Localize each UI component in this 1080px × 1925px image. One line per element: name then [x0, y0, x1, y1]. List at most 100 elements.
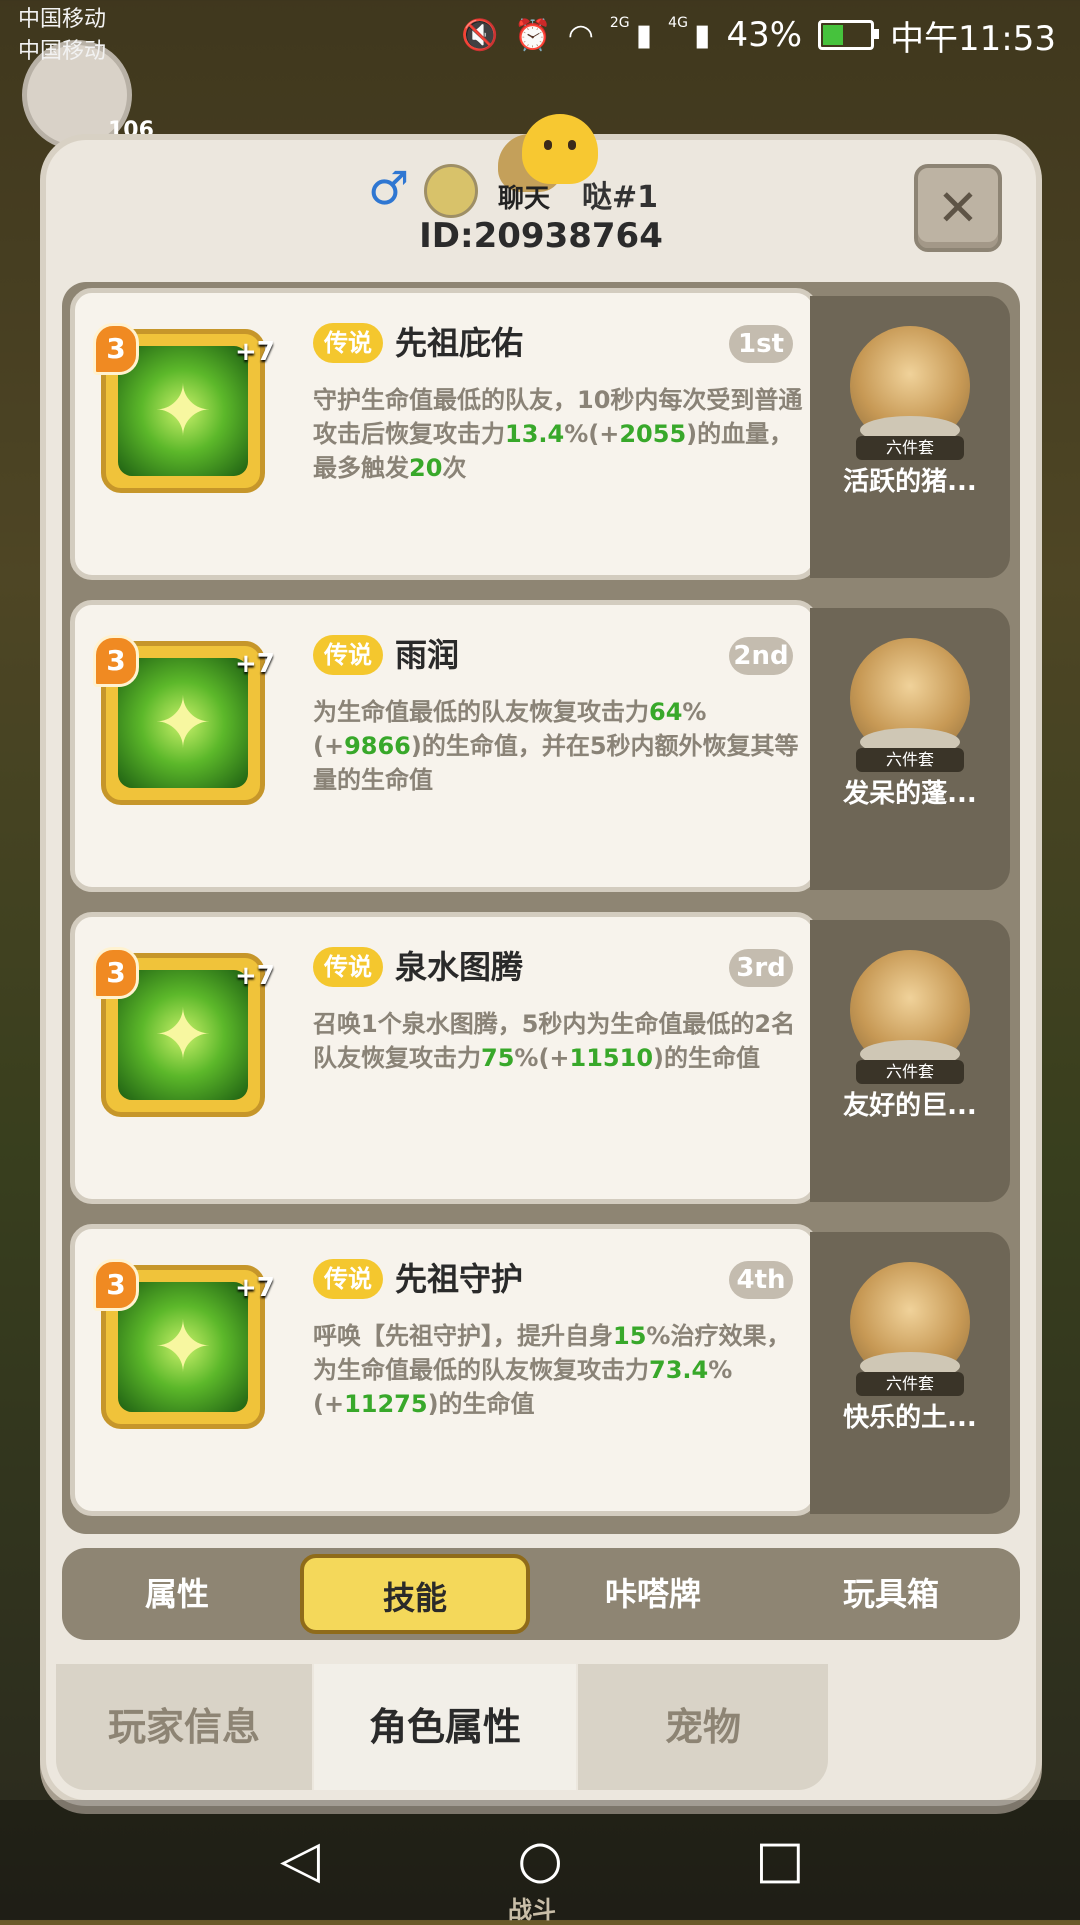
pet-slot[interactable]: 六件套 发呆的蓬... [810, 608, 1010, 890]
tab-attributes[interactable]: 属性 [62, 1548, 292, 1640]
carrier-label-2: 中国移动 [18, 39, 107, 64]
skill-row: ✦ 3 +7 传说 先祖庇佑 1st 守护生命值最低的队友，10秒内每次受到普通… [70, 288, 1016, 588]
pet-name: 发呆的蓬... [843, 779, 977, 809]
skill-row: ✦ 3 +7 传说 先祖守护 4th 呼唤【先祖守护】，提升自身15%治疗效果，… [70, 1224, 1016, 1524]
highlight-value: 73.4 [649, 1356, 709, 1384]
highlight-value: 75 [481, 1044, 515, 1072]
skill-description: 召唤1个泉水图腾，5秒内为生命值最低的2名队友恢复攻击力75%(+11510)的… [313, 1007, 803, 1075]
heal-cross-icon: ✦ [118, 658, 248, 788]
highlight-value: 11275 [344, 1390, 428, 1418]
alarm-icon: ⏰ [514, 17, 552, 53]
pet-name: 友好的巨... [843, 1091, 977, 1121]
tab-player-info[interactable]: 玩家信息 [56, 1664, 312, 1790]
signal-icon: ▮ [693, 17, 711, 53]
pet-name: 快乐的土... [843, 1403, 977, 1433]
description-text: %(+ [564, 420, 620, 448]
guardian-icon: ✦ [118, 1282, 248, 1412]
signal-4g-label: 4G [668, 15, 688, 31]
skill-row: ✦ 3 +7 传说 雨润 2nd 为生命值最低的队友恢复攻击力64%(+9866… [70, 600, 1016, 900]
skill-title: 先祖庇佑 [395, 324, 524, 362]
player-rank-badge-icon [424, 164, 478, 218]
set-badge: 六件套 [856, 1060, 964, 1084]
description-text: %(+ [514, 1044, 570, 1072]
signal-2g-label: 2G [609, 15, 630, 31]
skills-panel: ✦ 3 +7 传说 先祖庇佑 1st 守护生命值最低的队友，10秒内每次受到普通… [62, 282, 1020, 1534]
skill-level-badge: 3 [93, 947, 139, 999]
skill-level-badge: 3 [93, 1259, 139, 1311]
highlight-value: 9866 [344, 732, 411, 760]
skill-plus-badge: +7 [235, 961, 275, 991]
set-badge: 六件套 [856, 436, 964, 460]
tab-cards[interactable]: 咔嗒牌 [538, 1548, 768, 1640]
skill-rank-badge: 3rd [729, 949, 793, 987]
player-id: ID:20938764 [419, 216, 663, 256]
bottom-tabs: 玩家信息 角色属性 宠物 [56, 1664, 1026, 1790]
skill-card[interactable]: ✦ 3 +7 传说 先祖守护 4th 呼唤【先祖守护】，提升自身15%治疗效果，… [70, 1224, 818, 1516]
sub-tabs: 属性 技能 咔嗒牌 玩具箱 [62, 1548, 1020, 1640]
mute-icon: 🔇 [460, 17, 499, 53]
modal-header: ♂ 聊天 哒#1 ID:20938764 ✕ [46, 114, 1036, 270]
highlight-value: 64 [649, 698, 683, 726]
totem-icon: ✦ [118, 970, 248, 1100]
skill-plus-badge: +7 [235, 1273, 275, 1303]
status-bar: 中国移动 中国移动 🔇 ⏰ ◠ 2G ▮ 4G ▮ 43% 中午11:53 [0, 0, 1080, 72]
system-nav-bar: ◁ ○ □ 战斗 [0, 1800, 1080, 1924]
skill-description: 守护生命值最低的队友，10秒内每次受到普通攻击后恢复攻击力13.4%(+2055… [313, 383, 803, 485]
description-text: 呼唤【先祖守护】，提升自身 [313, 1322, 613, 1350]
male-gender-icon: ♂ [368, 161, 410, 215]
highlight-value: 13.4 [505, 420, 565, 448]
close-button[interactable]: ✕ [914, 164, 1002, 252]
player-name: 哒#1 [582, 180, 659, 215]
skill-card[interactable]: ✦ 3 +7 传说 雨润 2nd 为生命值最低的队友恢复攻击力64%(+9866… [70, 600, 818, 892]
shield-icon: ✦ [118, 346, 248, 476]
tab-toybox[interactable]: 玩具箱 [776, 1548, 1006, 1640]
skill-plus-badge: +7 [235, 649, 275, 679]
rarity-badge: 传说 [313, 1259, 383, 1299]
tab-pets[interactable]: 宠物 [578, 1664, 828, 1790]
description-text: 次 [442, 454, 467, 482]
tab-character-attributes[interactable]: 角色属性 [314, 1664, 576, 1790]
skill-rank-badge: 2nd [729, 637, 793, 675]
battery-icon [818, 20, 880, 50]
carrier-label-1: 中国移动 [18, 7, 107, 32]
highlight-value: 2055 [619, 420, 687, 448]
skill-title: 泉水图腾 [395, 948, 524, 986]
rarity-badge: 传说 [313, 635, 383, 675]
skill-card[interactable]: ✦ 3 +7 传说 泉水图腾 3rd 召唤1个泉水图腾，5秒内为生命值最低的2名… [70, 912, 818, 1204]
skill-rank-badge: 1st [729, 325, 793, 363]
rarity-badge: 传说 [313, 323, 383, 363]
wifi-icon: ◠ [567, 17, 594, 53]
pet-slot[interactable]: 六件套 快乐的土... [810, 1232, 1010, 1514]
pet-slot[interactable]: 六件套 友好的巨... [810, 920, 1010, 1202]
recents-square-icon[interactable]: □ [748, 1828, 812, 1892]
skill-plus-badge: +7 [235, 337, 275, 367]
clock: 中午11:53 [890, 18, 1056, 59]
tab-skills[interactable]: 技能 [300, 1554, 530, 1634]
highlight-value: 20 [409, 454, 443, 482]
back-triangle-icon[interactable]: ◁ [268, 1828, 332, 1892]
skill-row: ✦ 3 +7 传说 泉水图腾 3rd 召唤1个泉水图腾，5秒内为生命值最低的2名… [70, 912, 1016, 1212]
battery-percentage: 43% [726, 15, 803, 55]
player-profile-modal: ♂ 聊天 哒#1 ID:20938764 ✕ ✦ 3 +7 传说 先祖庇佑 1s… [46, 114, 1036, 1800]
skill-level-badge: 3 [93, 323, 139, 375]
skill-card[interactable]: ✦ 3 +7 传说 先祖庇佑 1st 守护生命值最低的队友，10秒内每次受到普通… [70, 288, 818, 580]
skill-description: 为生命值最低的队友恢复攻击力64%(+9866)的生命值，并在5秒内额外恢复其等… [313, 695, 803, 797]
rarity-badge: 传说 [313, 947, 383, 987]
pet-name: 活跃的猪... [843, 467, 977, 497]
skill-rank-badge: 4th [729, 1261, 793, 1299]
skill-title: 先祖守护 [395, 1260, 524, 1298]
description-text: 为生命值最低的队友恢复攻击力 [313, 698, 649, 726]
highlight-value: 15 [613, 1322, 647, 1350]
home-circle-icon[interactable]: ○ [508, 1828, 572, 1892]
chat-label[interactable]: 聊天 [498, 178, 550, 215]
description-text: )的生命值 [427, 1390, 535, 1418]
set-badge: 六件套 [856, 748, 964, 772]
set-badge: 六件套 [856, 1372, 964, 1396]
skill-level-badge: 3 [93, 635, 139, 687]
skill-description: 呼唤【先祖守护】，提升自身15%治疗效果，为生命值最低的队友恢复攻击力73.4%… [313, 1319, 803, 1421]
description-text: )的生命值 [653, 1044, 760, 1072]
signal-icon: ▮ [635, 17, 653, 53]
highlight-value: 11510 [569, 1044, 654, 1072]
skill-title: 雨润 [395, 636, 460, 674]
pet-slot[interactable]: 六件套 活跃的猪... [810, 296, 1010, 578]
